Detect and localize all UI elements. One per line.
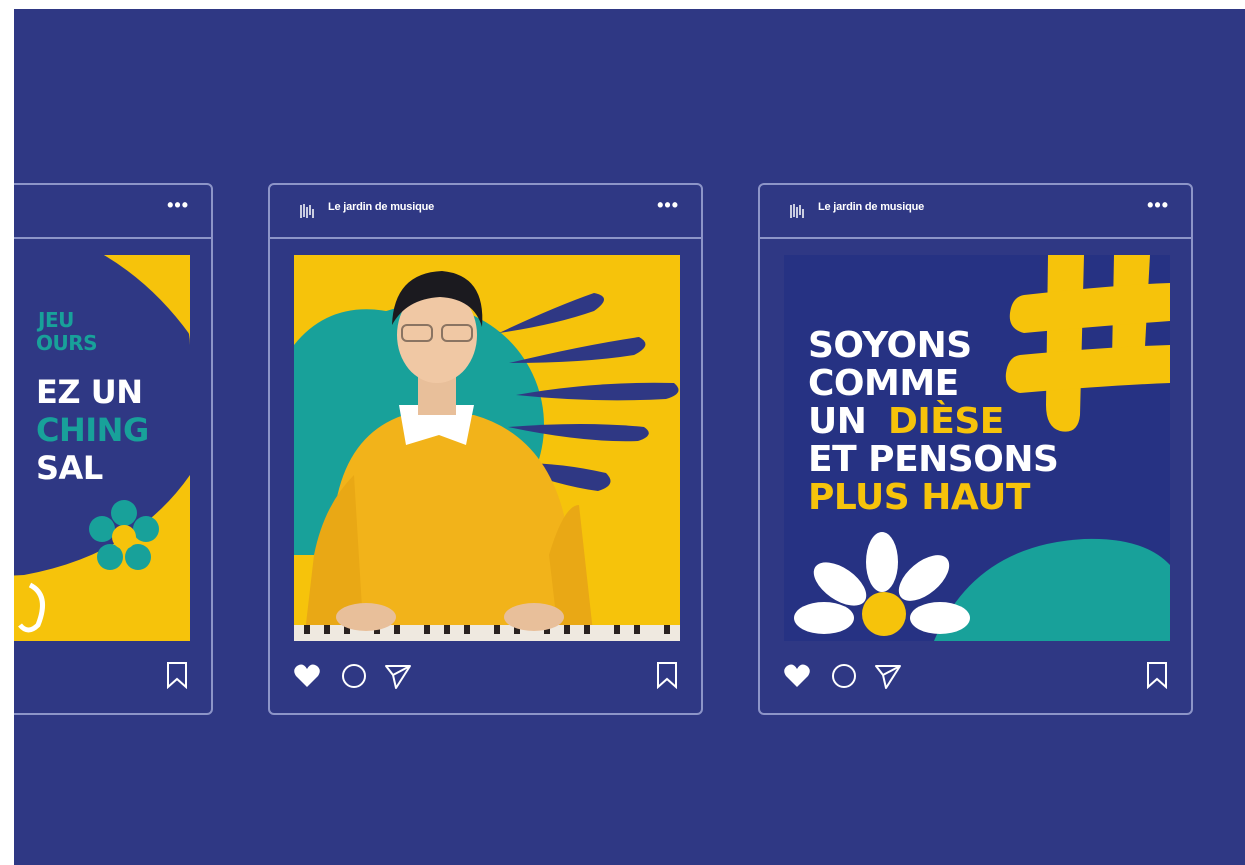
post-card-right: Le jardin de musique ••• SOYONS COMME UN… xyxy=(758,183,1193,715)
heart-icon xyxy=(294,664,320,687)
sharp-symbol-icon xyxy=(1005,255,1170,432)
post-image: SOYONS COMME UN DIÈSE ET PENSONS PLUS HA… xyxy=(784,255,1170,641)
poster-line-5: PLUS HAUT xyxy=(808,477,1030,518)
poster-line-3: EZ UN xyxy=(36,373,143,411)
bookmark-icon[interactable] xyxy=(1145,661,1169,689)
mockup-background: ••• JEU OURS EZ UN CHING SAL Le jardin d… xyxy=(14,9,1245,865)
more-options-icon[interactable]: ••• xyxy=(657,195,679,216)
poster-line-1: JEU xyxy=(38,308,74,332)
post-card-center: Le jardin de musique ••• xyxy=(268,183,703,715)
send-icon xyxy=(875,665,901,689)
brand-logo-icon xyxy=(790,204,804,218)
post-actions xyxy=(292,661,412,691)
poster-line-2: OURS xyxy=(36,331,98,355)
brand-logo-icon xyxy=(300,204,314,218)
action-icons xyxy=(294,664,411,689)
poster-line-3a: UN xyxy=(808,401,867,442)
poster-line-3b: DIÈSE xyxy=(888,401,1004,442)
comment-icon xyxy=(342,664,366,688)
more-options-icon[interactable]: ••• xyxy=(167,195,189,216)
heart-icon xyxy=(784,664,810,687)
comment-icon xyxy=(832,664,856,688)
piano-player-illustration xyxy=(294,271,680,641)
poster-line-5: SAL xyxy=(36,449,103,487)
account-name[interactable]: Le jardin de musique xyxy=(818,201,924,213)
send-icon xyxy=(385,665,411,689)
poster-line-1: SOYONS xyxy=(808,325,972,366)
account-name[interactable]: Le jardin de musique xyxy=(328,201,434,213)
post-header: Le jardin de musique ••• xyxy=(760,185,1191,239)
action-icons xyxy=(784,664,901,689)
bookmark-icon[interactable] xyxy=(165,661,189,689)
post-image xyxy=(294,255,680,641)
poster-line-4: CHING xyxy=(36,411,149,449)
bookmark-icon[interactable] xyxy=(655,661,679,689)
post-card-left: ••• JEU OURS EZ UN CHING SAL xyxy=(14,183,213,715)
poster-line-2: COMME xyxy=(808,363,959,404)
post-header: Le jardin de musique ••• xyxy=(270,185,701,239)
more-options-icon[interactable]: ••• xyxy=(1147,195,1169,216)
post-image: JEU OURS EZ UN CHING SAL xyxy=(14,255,190,641)
post-header: ••• xyxy=(14,185,211,239)
daisy-flower-icon xyxy=(794,532,970,636)
poster-line-4: ET PENSONS xyxy=(808,439,1059,480)
post-actions xyxy=(782,661,902,691)
